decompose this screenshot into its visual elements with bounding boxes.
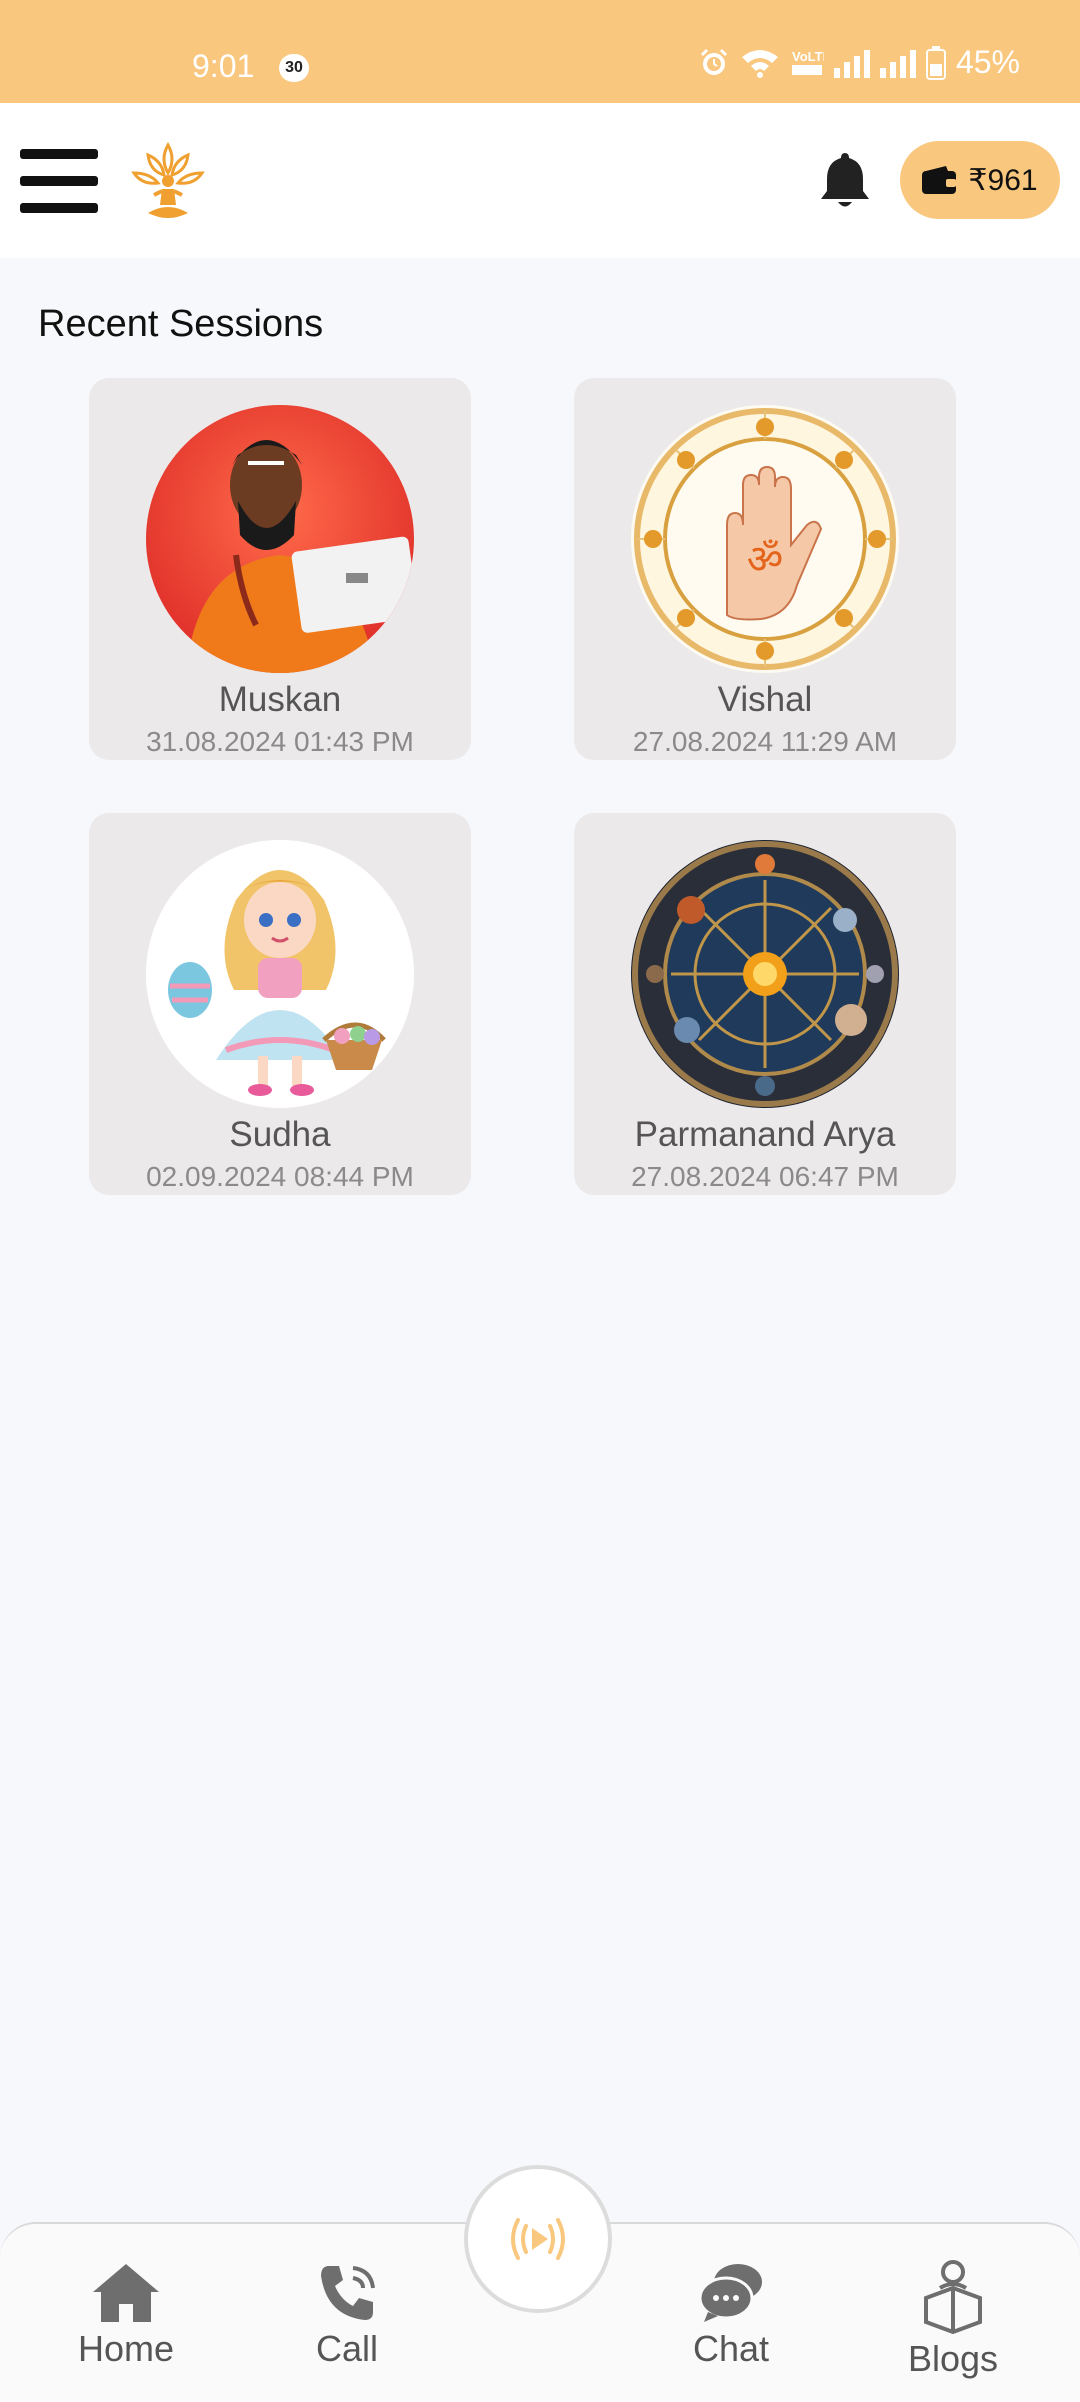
signal-icon-1 [833, 49, 870, 78]
nav-item-chat[interactable]: Chat [671, 2260, 791, 2370]
svg-text:VoLTE: VoLTE [792, 49, 824, 64]
nav-item-blogs[interactable]: Blogs [893, 2258, 1013, 2380]
session-card[interactable]: Sudha 02.09.2024 08:44 PM [89, 813, 471, 1195]
status-time: 9:01 [192, 48, 255, 84]
nav-label: Home [77, 2328, 175, 2369]
live-stream-button[interactable] [464, 2165, 612, 2313]
nav-label: Call [315, 2328, 378, 2369]
section-title: Recent Sessions [38, 303, 324, 345]
battery-icon [925, 45, 946, 80]
avatar [146, 405, 414, 673]
session-date: 31.08.2024 01:43 PM [146, 726, 414, 757]
alarm-icon [700, 48, 728, 75]
volte-icon: VoLTE [791, 49, 824, 75]
wallet-amount: ₹961 [968, 163, 1038, 197]
live-stream-icon [511, 2218, 565, 2260]
status-icons: VoLTE 45% [698, 44, 1020, 81]
blogs-icon [924, 2260, 982, 2334]
session-date: 27.08.2024 11:29 AM [632, 726, 898, 757]
signal-icon-2 [879, 49, 916, 78]
session-name: Vishal [717, 680, 813, 719]
notification-bell-icon[interactable] [815, 149, 875, 211]
app-header: ₹961 [0, 103, 1080, 258]
chat-icon [698, 2264, 762, 2322]
wallet-icon [922, 166, 957, 194]
notification-count-badge: 30 [279, 54, 309, 82]
session-date: 27.08.2024 06:47 PM [631, 1161, 899, 1192]
avatar [631, 840, 899, 1108]
wifi-icon [741, 49, 778, 78]
session-card[interactable]: ॐ Vishal 27.08.2024 11:29 AM [574, 378, 956, 760]
avatar: ॐ [631, 405, 899, 673]
battery-percent: 45% [955, 44, 1020, 80]
nav-label: Blogs [907, 2338, 999, 2379]
session-card[interactable]: Parmanand Arya 27.08.2024 06:47 PM [574, 813, 956, 1195]
nav-item-call[interactable]: Call [287, 2260, 407, 2370]
hamburger-menu-icon[interactable] [20, 149, 98, 215]
phone-icon [321, 2266, 375, 2320]
session-name: Sudha [229, 1115, 331, 1154]
nav-item-home[interactable]: Home [66, 2260, 186, 2370]
app-logo-icon [131, 141, 205, 218]
avatar [146, 840, 414, 1108]
session-name: Muskan [218, 680, 342, 719]
status-bar: 9:01 30 VoLTE 45% [0, 0, 1080, 103]
session-name: Parmanand Arya [634, 1115, 896, 1154]
session-card[interactable]: Muskan 31.08.2024 01:43 PM [89, 378, 471, 760]
nav-label: Chat [692, 2328, 770, 2369]
session-date: 02.09.2024 08:44 PM [146, 1161, 414, 1192]
home-icon [93, 2264, 159, 2322]
svg-text:ॐ: ॐ [747, 537, 783, 583]
wallet-balance-button[interactable]: ₹961 [900, 141, 1060, 219]
